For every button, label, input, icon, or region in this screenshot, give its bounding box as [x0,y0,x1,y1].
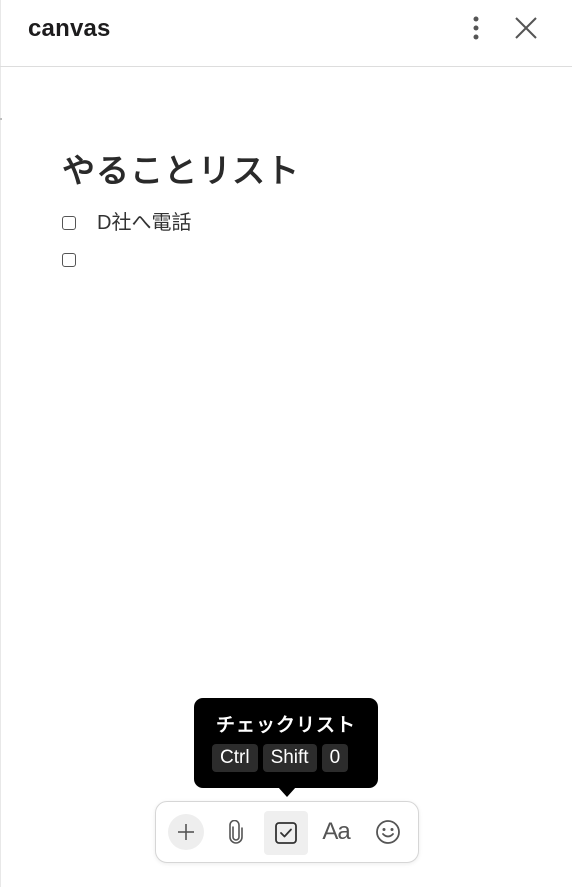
checklist-tooltip: チェックリスト Ctrl Shift 0 [194,698,378,788]
checkbox[interactable] [62,216,76,230]
panel-title: canvas [28,15,111,42]
more-options-button[interactable] [458,10,494,46]
checklist-item[interactable]: D社へ電話 [62,211,191,235]
emoji-icon [376,820,400,844]
canvas-editor[interactable]: やることリスト D社へ電話 [62,150,542,267]
panel-left-border [0,0,1,887]
attach-file-button[interactable] [218,814,254,850]
tooltip-title: チェックリスト [215,715,356,736]
checklist-item-empty[interactable] [62,253,97,267]
checklist-icon [275,822,297,844]
panel-header: canvas [0,0,572,67]
key-zero: 0 [321,744,349,772]
close-icon [515,17,537,39]
text-format-icon: Aa [322,818,350,845]
checklist-item-label[interactable]: D社へ電話 [97,211,191,235]
paperclip-icon [229,820,243,844]
key-ctrl: Ctrl [212,744,258,772]
checkbox[interactable] [62,253,76,267]
key-shift: Shift [262,744,317,772]
text-format-button[interactable]: Aa [318,814,354,850]
plus-icon [178,824,194,840]
emoji-button[interactable] [370,814,406,850]
document-heading[interactable]: やることリスト [62,150,542,192]
canvas-toolbar: Aa [155,801,419,863]
add-button[interactable] [168,814,204,850]
vertical-dots-icon [473,16,479,40]
tooltip-arrow [278,787,296,797]
canvas-panel: canvas やることリスト D社へ電話 チェックリスト Ctrl Shift … [0,0,572,887]
keyboard-shortcut: Ctrl Shift 0 [212,744,349,772]
checklist-button[interactable] [264,811,308,855]
close-button[interactable] [508,10,544,46]
panel-edge-mark [0,118,2,120]
